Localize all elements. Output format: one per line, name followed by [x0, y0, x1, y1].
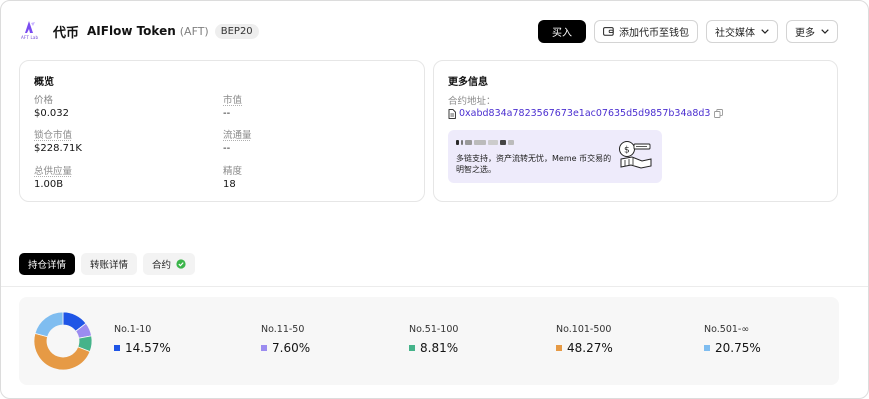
- promo-banner[interactable]: 多链支持，资产流转无忧，Meme 币交易的明智之选。 $: [448, 130, 662, 183]
- token-symbol: (AFT): [179, 24, 209, 38]
- tab-holdings[interactable]: 持仓详情: [19, 253, 76, 275]
- chevron-down-icon: [821, 28, 829, 34]
- bucket-label: No.51-100: [409, 324, 459, 335]
- bucket-value-row: 48.27%: [556, 341, 613, 355]
- header-actions: 买入 添加代币至钱包 社交媒体 更多: [538, 19, 838, 43]
- stat-market-cap: 市值 --: [223, 92, 242, 119]
- document-icon: [448, 108, 456, 119]
- stat-total-supply: 总供应量 1.00B: [34, 163, 72, 190]
- bucket-501-plus: No.501-∞ 20.75%: [704, 324, 761, 355]
- stat-decimals: 精度 18: [223, 163, 242, 190]
- more-info-title: 更多信息: [448, 77, 488, 88]
- legend-swatch: [409, 345, 415, 351]
- token-page: AFT Lab 代币 AIFlow Token (AFT) BEP20 买入 添…: [0, 0, 869, 399]
- bucket-top-10: No.1-10 14.57%: [114, 324, 171, 355]
- overview-title: 概览: [34, 77, 54, 88]
- legend-swatch: [704, 345, 710, 351]
- stat-value: 18: [223, 179, 236, 190]
- bucket-percent: 8.81%: [420, 341, 459, 355]
- stat-label[interactable]: 流通量: [223, 127, 252, 141]
- add-to-wallet-label: 添加代币至钱包: [619, 27, 689, 39]
- tab-label: 合约: [152, 260, 172, 271]
- verified-check-icon: [176, 259, 186, 269]
- stat-label[interactable]: 锁仓市值: [34, 127, 82, 141]
- contract-address-link[interactable]: 0xabd834a7823567673e1ac07635d5d9857b34a8…: [459, 108, 710, 119]
- bucket-percent: 20.75%: [715, 341, 761, 355]
- stat-value: 1.00B: [34, 179, 64, 190]
- tab-label: 持仓详情: [28, 260, 67, 271]
- overview-card: 概览 价格 $0.032 市值 -- 锁仓市值 $228.71K 流通量 -- …: [19, 60, 425, 202]
- more-dropdown[interactable]: 更多: [786, 19, 838, 43]
- contract-address-row: 0xabd834a7823567673e1ac07635d5d9857b34a8…: [448, 108, 724, 119]
- logo-text: AFT Lab: [21, 35, 39, 40]
- contract-label: 合约地址：: [448, 96, 496, 107]
- bucket-value-row: 8.81%: [409, 341, 458, 355]
- donut-segment-4: [34, 311, 64, 338]
- social-media-label: 社交媒体: [715, 27, 755, 39]
- tab-label: 转账详情: [90, 260, 129, 271]
- wallet-icon: [603, 26, 614, 36]
- social-media-dropdown[interactable]: 社交媒体: [706, 19, 778, 43]
- legend-swatch: [556, 345, 562, 351]
- coin-exchange-icon: $: [616, 139, 654, 177]
- promo-text: 多链支持，资产流转无忧，Meme 币交易的明智之选。: [456, 154, 612, 174]
- page-title: 代币: [53, 25, 80, 41]
- tab-contract[interactable]: 合约: [143, 253, 196, 275]
- token-logo: AFT Lab: [19, 20, 41, 42]
- bucket-label: No.11-50: [261, 324, 305, 335]
- stat-value: $0.032: [34, 108, 69, 119]
- bucket-percent: 7.60%: [272, 341, 311, 355]
- token-header: AFT Lab 代币 AIFlow Token (AFT) BEP20 买入 添…: [19, 17, 838, 45]
- tab-transfers[interactable]: 转账详情: [81, 253, 138, 275]
- stat-value: --: [223, 143, 231, 154]
- holdings-donut-chart: [33, 311, 93, 371]
- chevron-down-icon: [761, 28, 769, 34]
- bucket-101-500: No.101-500 48.27%: [556, 324, 613, 355]
- more-info-card: 更多信息 合约地址： 0xabd834a7823567673e1ac07635d…: [433, 60, 838, 202]
- token-name: AIFlow Token: [87, 24, 176, 38]
- promo-title-obscured: [456, 140, 520, 146]
- stat-label: 价格: [34, 95, 54, 106]
- bucket-value-row: 7.60%: [261, 341, 310, 355]
- bucket-value-row: 20.75%: [704, 341, 761, 355]
- detail-tabs: 持仓详情 转账详情 合约: [19, 253, 196, 275]
- stat-label[interactable]: 总供应量: [34, 163, 72, 177]
- bucket-label: No.1-10: [114, 324, 152, 335]
- stat-price: 价格 $0.032: [34, 92, 69, 119]
- copy-icon[interactable]: [714, 109, 724, 118]
- holdings-distribution: No.1-10 14.57% No.11-50 7.60% No.51-100 …: [19, 297, 839, 385]
- add-to-wallet-button[interactable]: 添加代币至钱包: [594, 19, 698, 43]
- stat-tvl: 锁仓市值 $228.71K: [34, 127, 82, 154]
- bucket-51-100: No.51-100 8.81%: [409, 324, 458, 355]
- bucket-value-row: 14.57%: [114, 341, 171, 355]
- legend-swatch: [114, 345, 120, 351]
- bucket-label: No.501-∞: [704, 324, 750, 335]
- stat-label[interactable]: 市值: [223, 92, 242, 106]
- stat-value: --: [223, 108, 231, 119]
- bucket-percent: 48.27%: [567, 341, 613, 355]
- more-label: 更多: [795, 27, 815, 39]
- stat-label: 精度: [223, 166, 243, 177]
- bucket-label: No.101-500: [556, 324, 612, 335]
- bucket-11-50: No.11-50 7.60%: [261, 324, 310, 355]
- bucket-percent: 14.57%: [125, 341, 171, 355]
- chain-badge: BEP20: [214, 23, 259, 39]
- stat-circulating: 流通量 --: [223, 127, 252, 154]
- legend-swatch: [261, 345, 267, 351]
- buy-button[interactable]: 买入: [538, 19, 586, 43]
- svg-text:$: $: [624, 146, 630, 156]
- stat-value: $228.71K: [34, 143, 82, 154]
- divider: [1, 286, 868, 287]
